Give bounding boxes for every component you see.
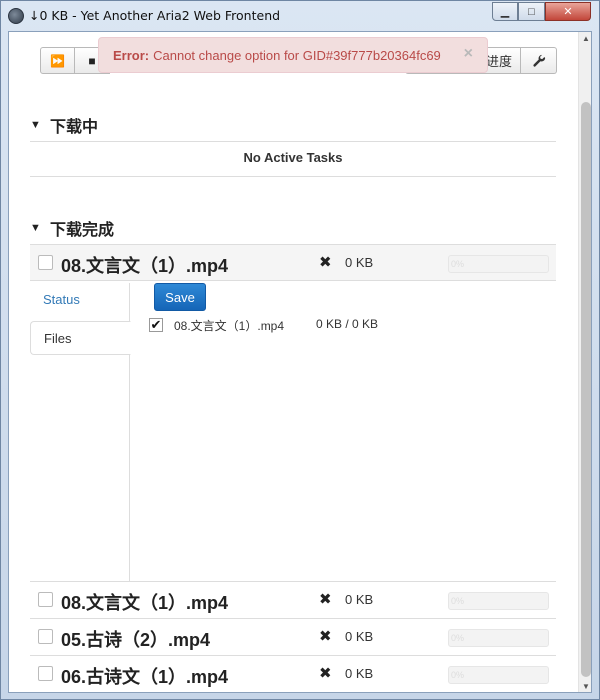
settings-button[interactable] bbox=[521, 47, 557, 74]
resume-all-button[interactable]: ⏩ bbox=[40, 47, 75, 74]
scroll-up-icon[interactable]: ▲ bbox=[579, 32, 591, 46]
app-window: ↓0 KB - Yet Another Aria2 Web Frontend ▁… bbox=[0, 0, 600, 700]
progress-bar: 0% bbox=[448, 255, 549, 273]
detail-tabs: Status Files bbox=[30, 283, 131, 582]
completed-section-header[interactable]: ▼ 下载完成 bbox=[30, 216, 556, 240]
fast-forward-icon: ⏩ bbox=[50, 53, 65, 68]
wrench-icon bbox=[532, 54, 545, 67]
maximize-button[interactable]: □ bbox=[518, 2, 545, 21]
progress-bar: 0% bbox=[448, 592, 549, 610]
task-name: 08.文言文（1）.mp4 bbox=[61, 256, 229, 276]
progress-label: 进度 bbox=[485, 54, 512, 69]
divider bbox=[30, 176, 556, 177]
scroll-down-icon[interactable]: ▼ bbox=[579, 680, 591, 692]
minimize-button[interactable]: ▁ bbox=[492, 2, 518, 21]
chevron-down-icon: ▼ bbox=[30, 222, 41, 234]
vertical-scrollbar[interactable]: ▲ ▼ bbox=[578, 32, 591, 692]
task-detail: Status Files Save ✔ 08.文言文（1）.mp4 0 KB /… bbox=[30, 283, 556, 582]
remove-icon[interactable]: ✖ bbox=[319, 664, 332, 682]
progress-bar: 0% bbox=[448, 629, 549, 647]
task-name: 06.古诗文（1）.mp4 bbox=[61, 667, 229, 687]
chevron-down-icon: ▼ bbox=[30, 119, 41, 131]
alert-prefix: Error: bbox=[113, 47, 150, 63]
task-name: 08.文言文（1）.mp4 bbox=[61, 593, 229, 613]
divider bbox=[30, 141, 556, 142]
no-active-tasks: No Active Tasks bbox=[243, 150, 343, 165]
file-name: 08.文言文（1）.mp4 bbox=[174, 319, 285, 333]
task-row[interactable]: 08.文言文（1）.mp4 ✖ 0 KB 0% bbox=[30, 581, 556, 618]
task-size: 0 KB bbox=[345, 255, 374, 270]
active-section-header[interactable]: ▼ 下载中 bbox=[30, 113, 556, 137]
client-area: ⏩ ■ 进度 Error: Cannot change option for G… bbox=[8, 31, 592, 693]
tab-status[interactable]: Status bbox=[30, 283, 131, 317]
window-title: ↓0 KB - Yet Another Aria2 Web Frontend bbox=[29, 8, 281, 23]
task-size: 0 KB bbox=[345, 592, 374, 607]
remove-icon[interactable]: ✖ bbox=[319, 627, 332, 645]
tab-files[interactable]: Files bbox=[30, 321, 131, 355]
task-row[interactable]: 06.古诗文（1）.mp4 ✖ 0 KB 0% bbox=[30, 655, 556, 692]
remove-icon[interactable]: ✖ bbox=[319, 253, 332, 271]
task-name: 05.古诗（2）.mp4 bbox=[61, 630, 211, 650]
file-row: ✔ 08.文言文（1）.mp4 0 KB / 0 KB bbox=[149, 316, 549, 336]
alert-close-icon[interactable]: × bbox=[464, 45, 473, 63]
app-icon bbox=[8, 8, 24, 24]
active-section-title: 下载中 bbox=[50, 119, 99, 136]
save-button[interactable]: Save bbox=[154, 283, 206, 311]
file-checkbox[interactable]: ✔ bbox=[149, 318, 163, 332]
task-size: 0 KB bbox=[345, 629, 374, 644]
task-row[interactable]: 05.古诗（2）.mp4 ✖ 0 KB 0% bbox=[30, 618, 556, 655]
task-checkbox[interactable] bbox=[38, 629, 53, 644]
task-checkbox[interactable] bbox=[38, 666, 53, 681]
remove-icon[interactable]: ✖ bbox=[319, 590, 332, 608]
progress-bar: 0% bbox=[448, 666, 549, 684]
alert-message: Cannot change option for GID#39f777b2036… bbox=[153, 47, 441, 63]
scrollbar-thumb[interactable] bbox=[581, 102, 591, 677]
close-window-button[interactable]: ✕ bbox=[545, 2, 591, 21]
task-row[interactable]: 08.文言文（1）.mp4 ✖ 0 KB 0% bbox=[30, 244, 556, 281]
task-checkbox[interactable] bbox=[38, 592, 53, 607]
main-content: ⏩ ■ 进度 Error: Cannot change option for G… bbox=[9, 32, 578, 692]
file-size: 0 KB / 0 KB bbox=[316, 317, 379, 331]
completed-section-title: 下载完成 bbox=[50, 222, 115, 239]
stop-icon: ■ bbox=[88, 53, 96, 68]
task-checkbox[interactable] bbox=[38, 255, 53, 270]
error-alert: Error: Cannot change option for GID#39f7… bbox=[98, 37, 488, 73]
task-size: 0 KB bbox=[345, 666, 374, 681]
title-bar[interactable]: ↓0 KB - Yet Another Aria2 Web Frontend ▁… bbox=[1, 1, 599, 31]
